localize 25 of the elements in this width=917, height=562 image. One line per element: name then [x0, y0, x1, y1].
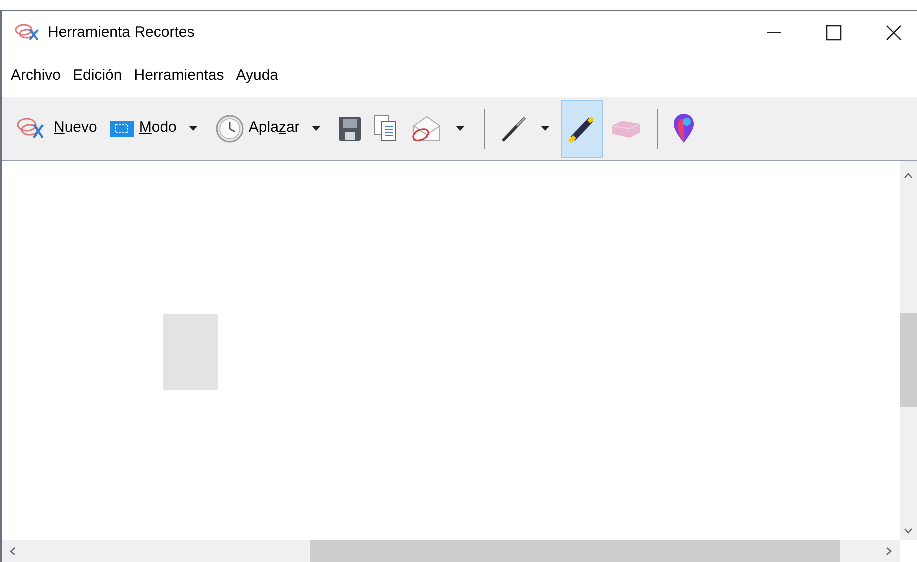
scroll-up-icon[interactable]: [904, 173, 913, 179]
toolbar-button[interactable]: [560, 100, 603, 158]
horizontal-scrollbar[interactable]: [2, 540, 900, 562]
close-icon: [886, 25, 902, 41]
scrollbar-thumb[interactable]: [310, 540, 840, 562]
rectangle-mode-icon: [109, 118, 136, 138]
menu-item[interactable]: Edición: [68, 64, 128, 88]
minimize-icon: [767, 32, 781, 34]
toolbar-button[interactable]: Nuevo: [10, 100, 104, 158]
menu-item[interactable]: Ayuda: [231, 64, 284, 88]
copy-icon: [374, 114, 398, 142]
clock-icon: [214, 114, 245, 144]
highlighter-icon: [566, 114, 597, 144]
scrollbar-thumb[interactable]: [900, 313, 917, 407]
scroll-left-icon[interactable]: [10, 546, 16, 556]
menu-item[interactable]: Archivo: [6, 64, 66, 88]
toolbar-button[interactable]: Aplazar: [208, 100, 306, 158]
scroll-right-icon[interactable]: [886, 546, 892, 556]
color-drop-icon: [672, 112, 696, 144]
scroll-down-icon[interactable]: [904, 528, 913, 534]
maximize-icon: [826, 25, 842, 41]
window-title: Herramienta Recortes: [48, 22, 195, 43]
menu-item[interactable]: Herramientas: [129, 64, 230, 88]
toolbar-button[interactable]: Modo: [103, 100, 183, 158]
vertical-scrollbar[interactable]: [900, 161, 917, 540]
